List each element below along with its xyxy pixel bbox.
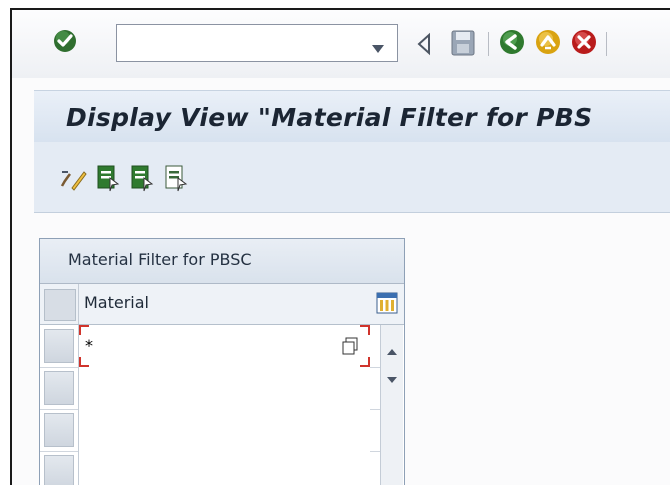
value-help-icon[interactable]: [342, 337, 358, 359]
column-header-label: Material: [84, 293, 149, 312]
row-selector[interactable]: [44, 329, 74, 363]
select-all-rows-button[interactable]: [44, 289, 76, 321]
table-row: [40, 451, 380, 485]
row-selector[interactable]: [44, 455, 74, 485]
toolbar-separator: [606, 32, 607, 56]
focus-bracket: [79, 357, 89, 367]
focus-bracket: [360, 357, 370, 367]
title-bar: Display View "Material Filter for PBS: [34, 90, 670, 143]
dropdown-arrow-icon[interactable]: [371, 39, 385, 58]
system-toolbar: [12, 10, 670, 78]
column-settings-icon[interactable]: [376, 292, 398, 318]
table-row: [40, 367, 380, 410]
focus-bracket: [360, 325, 370, 335]
column-header-row: Material: [40, 284, 404, 325]
table-control: Material Filter for PBSC Material: [39, 238, 405, 485]
table-row: [40, 409, 380, 452]
table-row: [40, 325, 380, 368]
table-title-bar: Material Filter for PBSC: [40, 239, 404, 284]
column-header-material[interactable]: Material: [78, 284, 370, 324]
scroll-down-icon[interactable]: [386, 369, 398, 388]
row-selector[interactable]: [44, 413, 74, 447]
material-cell[interactable]: [78, 367, 370, 409]
scroll-up-icon[interactable]: [386, 341, 398, 360]
table-title: Material Filter for PBSC: [68, 250, 252, 269]
material-cell[interactable]: [78, 451, 370, 485]
vertical-scrollbar[interactable]: [380, 325, 403, 485]
back-green-icon[interactable]: [498, 28, 526, 60]
deselect-all-icon[interactable]: [164, 164, 188, 196]
material-input[interactable]: [79, 325, 341, 365]
row-selector[interactable]: [44, 371, 74, 405]
select-all-icon[interactable]: [96, 164, 120, 196]
enter-icon[interactable]: [52, 28, 78, 58]
focus-bracket: [79, 325, 89, 335]
sap-window: Display View "Material Filter for PBS Ma…: [10, 8, 670, 485]
command-input[interactable]: [117, 25, 373, 59]
back-icon[interactable]: [416, 32, 432, 60]
save-icon[interactable]: [450, 29, 476, 61]
material-input[interactable]: [79, 409, 341, 449]
display-change-icon[interactable]: [58, 166, 88, 196]
material-input[interactable]: [79, 451, 341, 485]
page-title: Display View "Material Filter for PBS: [66, 103, 593, 132]
cancel-icon[interactable]: [570, 28, 598, 60]
material-input[interactable]: [79, 367, 341, 407]
select-block-icon[interactable]: [130, 164, 154, 196]
command-field[interactable]: [116, 24, 398, 62]
application-toolbar: [34, 142, 670, 213]
material-cell[interactable]: [78, 409, 370, 451]
toolbar-separator: [488, 32, 489, 56]
exit-icon[interactable]: [534, 28, 562, 60]
material-cell[interactable]: [78, 325, 370, 367]
